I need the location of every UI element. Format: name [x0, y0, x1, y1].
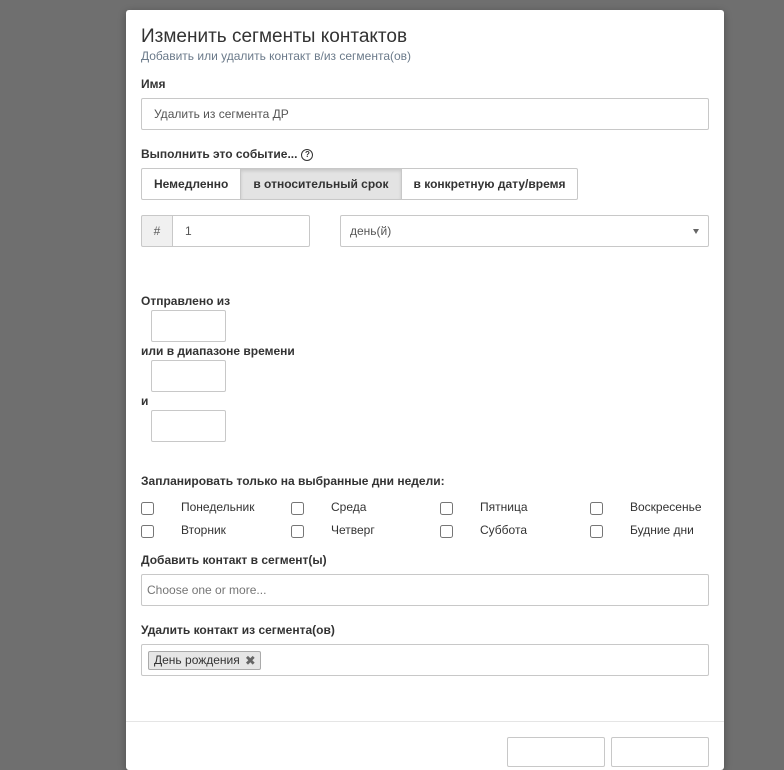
interval-input[interactable] [172, 215, 310, 247]
weekday-tuesday-checkbox[interactable] [141, 525, 154, 538]
weekday-monday-checkbox[interactable] [141, 502, 154, 515]
interval-addon: # [141, 215, 173, 247]
footer-button-secondary[interactable] [611, 737, 709, 767]
segment-tag-label: День рождения [154, 653, 240, 667]
weekday-wednesday-checkbox[interactable] [291, 502, 304, 515]
trigger-datetime-button[interactable]: в конкретную дату/время [400, 168, 579, 200]
trigger-label: Выполнить это событие...? [141, 147, 314, 161]
modal-subtitle: Добавить или удалить контакт в/из сегмен… [141, 49, 412, 63]
trigger-mode-group: Немедленно в относительный срок в конкре… [141, 168, 579, 200]
name-label: Имя [141, 77, 166, 91]
interval-unit-select[interactable]: день(й) [340, 215, 709, 247]
segment-tag: День рождения ✖ [148, 651, 261, 670]
edit-segments-modal: Изменить сегменты контактов Добавить или… [126, 10, 724, 770]
trigger-label-text: Выполнить это событие... [141, 147, 298, 161]
weekday-label: Пятница [480, 500, 528, 514]
weekday-friday-checkbox[interactable] [440, 502, 453, 515]
time-range-label: или в диапазоне времени [141, 344, 295, 358]
weekday-weekdays-checkbox[interactable] [590, 525, 603, 538]
modal-title: Изменить сегменты контактов [141, 26, 408, 47]
weekday-saturday-checkbox[interactable] [440, 525, 453, 538]
weekday-label: Четверг [331, 523, 375, 537]
weekday-label: Будние дни [630, 523, 694, 537]
weekday-label: Вторник [181, 523, 226, 537]
weekday-label: Среда [331, 500, 367, 514]
chevron-down-icon [693, 229, 699, 234]
footer-button-primary[interactable] [507, 737, 605, 767]
remove-segments-label: Удалить контакт из сегмента(ов) [141, 623, 335, 637]
weekday-label: Суббота [480, 523, 527, 537]
interval-unit-value: день(й) [350, 224, 392, 238]
trigger-relative-button[interactable]: в относительный срок [240, 168, 402, 200]
add-segments-input[interactable] [141, 574, 709, 606]
sent-from-label: Отправлено из [141, 294, 231, 308]
footer-divider [126, 721, 724, 722]
weekday-thursday-checkbox[interactable] [291, 525, 304, 538]
weekday-label: Воскресенье [630, 500, 702, 514]
trigger-immediate-button[interactable]: Немедленно [141, 168, 242, 200]
close-icon[interactable]: ✖ [245, 652, 256, 669]
weekday-sunday-checkbox[interactable] [590, 502, 603, 515]
remove-segments-input[interactable]: День рождения ✖ [141, 644, 709, 676]
add-segments-label: Добавить контакт в сегмент(ы) [141, 553, 327, 567]
name-input[interactable] [141, 98, 709, 130]
weekdays-label: Запланировать только на выбранные дни не… [141, 474, 445, 488]
time-range-start-input[interactable] [151, 360, 226, 392]
help-icon[interactable]: ? [301, 148, 314, 161]
time-range-and-label: и [141, 394, 149, 408]
time-range-end-input[interactable] [151, 410, 226, 442]
weekday-label: Понедельник [181, 500, 255, 514]
sent-from-input[interactable] [151, 310, 226, 342]
